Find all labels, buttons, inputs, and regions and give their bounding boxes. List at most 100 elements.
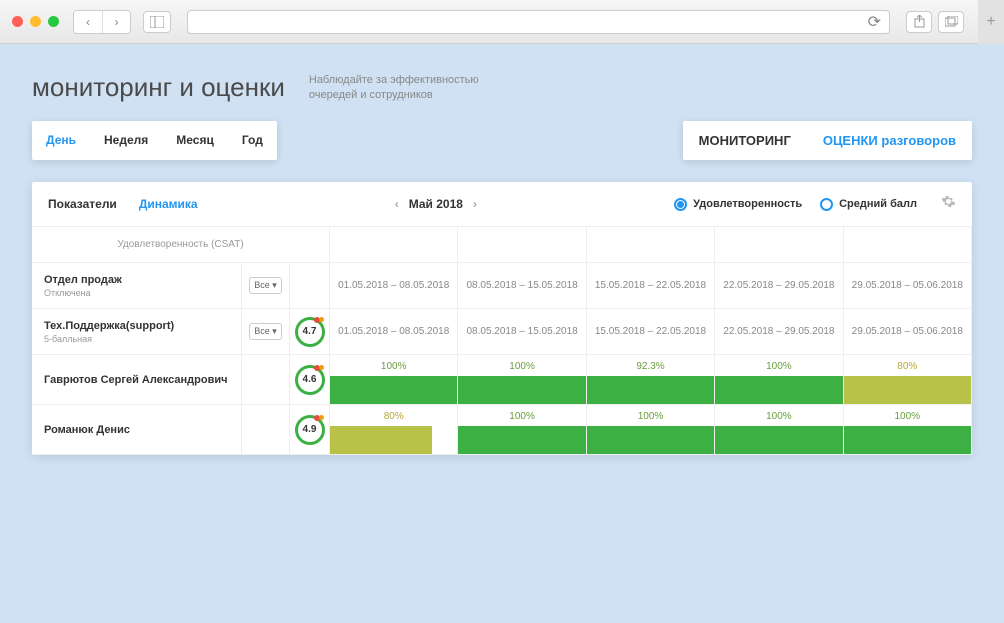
address-bar[interactable]: ⟳ [187, 10, 890, 34]
close-window[interactable] [12, 16, 23, 27]
tab-ratings[interactable]: ОЦЕНКИ разговоров [807, 121, 972, 160]
row-select-cell: Все ▾ [242, 263, 290, 309]
sidebar-toggle[interactable] [143, 11, 171, 33]
score-ring: 4.9 [295, 415, 325, 445]
tabs-icon [945, 16, 958, 27]
share-button[interactable] [906, 11, 932, 33]
tab-monitoring[interactable]: МОНИТОРИНГ [683, 121, 807, 160]
value-bar [844, 376, 971, 404]
value-cell: 92.3% [587, 355, 715, 405]
row-select-cell [242, 405, 290, 455]
value-label: 100% [509, 355, 535, 377]
metric-header-label: Удовлетворенность (CSAT) [32, 227, 330, 263]
row-score-cell: 4.6 [290, 355, 330, 405]
page-content: мониторинг и оценки Наблюдайте за эффект… [0, 44, 1004, 623]
value-label: 100% [381, 355, 407, 377]
value-bar [844, 426, 971, 454]
row-name: Романюк Денис [44, 424, 130, 436]
view-tabs: Показатели Динамика [48, 197, 198, 211]
tab-day[interactable]: День [32, 121, 90, 160]
date-range-cell: 15.05.2018 – 22.05.2018 [587, 263, 715, 309]
filter-select[interactable]: Все ▾ [249, 277, 282, 294]
reload-icon[interactable]: ⟳ [868, 12, 881, 32]
row-subtitle: 5-балльная [44, 334, 92, 344]
tabs-button[interactable] [938, 11, 964, 33]
new-tab-button[interactable]: + [978, 0, 1004, 44]
value-label: 100% [895, 405, 921, 427]
date-range-cell: 01.05.2018 – 08.05.2018 [330, 263, 458, 309]
radio-satisfaction-label: Удовлетворенность [693, 198, 802, 210]
share-icon [914, 15, 925, 28]
value-label: 92.3% [636, 355, 664, 377]
row-select-cell [242, 355, 290, 405]
row-name-cell: Гаврютов Сергей Александрович [32, 355, 242, 405]
radio-satisfaction[interactable]: Удовлетворенность [674, 198, 802, 211]
radio-dot-icon [674, 198, 687, 211]
value-cell: 100% [715, 405, 843, 455]
tab-month[interactable]: Месяц [162, 121, 228, 160]
value-bar [587, 376, 714, 404]
maximize-window[interactable] [48, 16, 59, 27]
value-bar [715, 376, 842, 404]
table-row: Гаврютов Сергей Александрович 4.6 100% 100%… [32, 355, 972, 405]
row-name: Тех.Поддержка(support) [44, 320, 174, 332]
date-range-cell: 22.05.2018 – 29.05.2018 [715, 309, 843, 355]
value-bar [330, 426, 432, 454]
page-title: мониторинг и оценки [32, 72, 285, 103]
value-cell: 80% [330, 405, 458, 455]
date-range-cell: 08.05.2018 – 15.05.2018 [458, 309, 586, 355]
browser-chrome: ‹ › ⟳ + [0, 0, 1004, 44]
radio-avg-score[interactable]: Средний балл [820, 198, 917, 211]
period-tabs: День Неделя Месяц Год [32, 121, 277, 160]
table-row: Романюк Денис4.980%100%100%100%100% [32, 405, 972, 455]
value-cell: 80% [844, 355, 972, 405]
next-month[interactable]: › [473, 197, 477, 211]
settings-button[interactable] [941, 194, 956, 214]
value-label: 100% [766, 405, 792, 427]
metric-header-row: Удовлетворенность (CSAT) [32, 227, 972, 263]
value-bar [587, 426, 714, 454]
month-selector: ‹ Май 2018 › [198, 197, 675, 211]
current-month: Май 2018 [409, 197, 463, 211]
value-bar [715, 426, 842, 454]
row-name-cell: Тех.Поддержка(support) 5-балльная [32, 309, 242, 355]
table-row: Тех.Поддержка(support) 5-балльная Все ▾ 4.7… [32, 309, 972, 355]
data-rows: Отдел продаж Отключена Все ▾ 01.05.2018 – 0… [32, 263, 972, 455]
gear-icon [941, 194, 956, 209]
forward-button[interactable]: › [102, 11, 130, 33]
view-indicators[interactable]: Показатели [48, 197, 117, 211]
date-range-cell: 29.05.2018 – 05.06.2018 [844, 263, 972, 309]
value-label: 80% [384, 405, 404, 427]
value-label: 100% [509, 405, 535, 427]
sidebar-icon [150, 16, 164, 28]
minimize-window[interactable] [30, 16, 41, 27]
row-name: Гаврютов Сергей Александрович [44, 374, 228, 386]
chrome-right-controls [906, 11, 964, 33]
date-range-cell: 29.05.2018 – 05.06.2018 [844, 309, 972, 355]
date-range-cell: 08.05.2018 – 15.05.2018 [458, 263, 586, 309]
date-range-cell: 15.05.2018 – 22.05.2018 [587, 309, 715, 355]
value-cell: 100% [458, 405, 586, 455]
filter-select[interactable]: Все ▾ [249, 323, 282, 340]
row-subtitle: Отключена [44, 288, 91, 298]
date-range-cell: 22.05.2018 – 29.05.2018 [715, 263, 843, 309]
row-name-cell: Отдел продаж Отключена [32, 263, 242, 309]
prev-month[interactable]: ‹ [395, 197, 399, 211]
view-dynamics[interactable]: Динамика [139, 197, 198, 211]
row-select-cell: Все ▾ [242, 309, 290, 355]
score-ring: 4.7 [295, 317, 325, 347]
row-name: Отдел продаж [44, 274, 122, 286]
value-cell: 100% [330, 355, 458, 405]
value-cell: 100% [844, 405, 972, 455]
value-cell: 100% [715, 355, 843, 405]
data-panel: Показатели Динамика ‹ Май 2018 › Удовлет… [32, 182, 972, 455]
back-button[interactable]: ‹ [74, 11, 102, 33]
value-bar [458, 376, 585, 404]
value-bar [330, 376, 457, 404]
value-bar [458, 426, 585, 454]
tab-week[interactable]: Неделя [90, 121, 162, 160]
window-controls [12, 16, 59, 27]
metric-radios: Удовлетворенность Средний балл [674, 194, 956, 214]
tab-year[interactable]: Год [228, 121, 277, 160]
page-subtitle: Наблюдайте за эффективностью очередей и … [309, 73, 509, 102]
